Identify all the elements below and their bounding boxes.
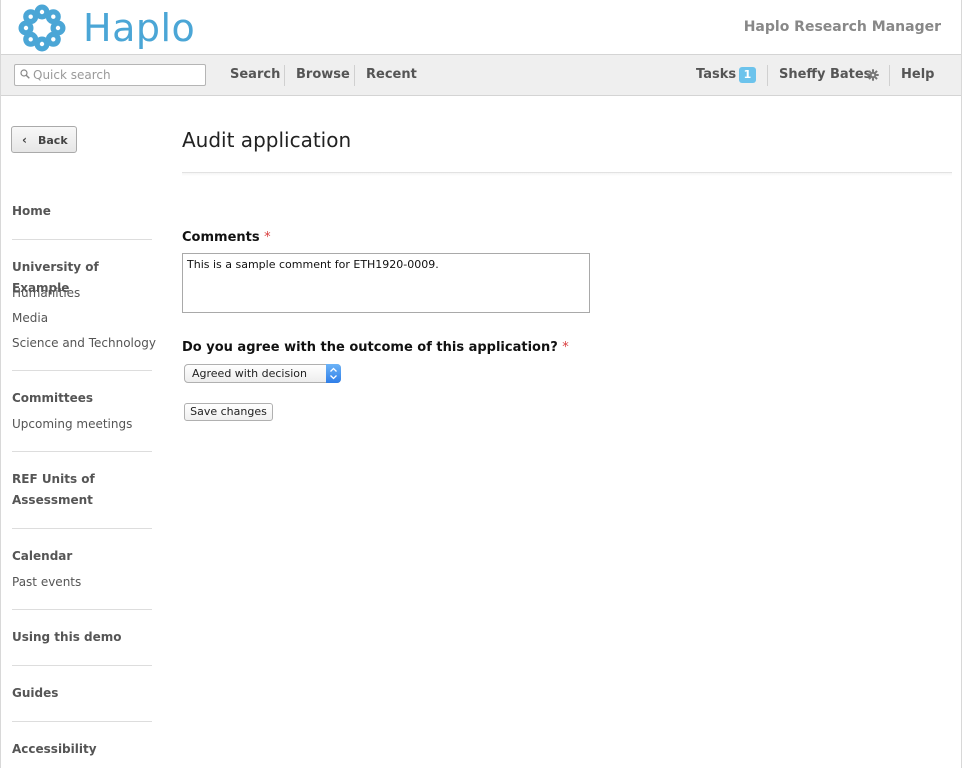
sidebar-divider	[12, 451, 152, 452]
sidebar-divider	[12, 370, 152, 371]
back-button-label: Back	[38, 134, 68, 147]
gear-icon[interactable]	[867, 69, 879, 81]
sidebar-divider	[12, 721, 152, 722]
quick-search-box[interactable]	[14, 64, 206, 86]
nav-browse-link[interactable]: Browse	[296, 67, 350, 82]
sidebar-divider	[12, 528, 152, 529]
sidebar-divider	[12, 609, 152, 610]
agree-outcome-selected-value: Agreed with decision	[192, 367, 307, 380]
logo-text[interactable]: Haplo	[83, 6, 195, 50]
nav-tasks-link[interactable]: Tasks	[696, 67, 736, 82]
comments-label-text: Comments	[182, 230, 260, 245]
sidebar-item-upcoming-meetings[interactable]: Upcoming meetings	[12, 417, 132, 431]
sidebar-item-humanities[interactable]: Humanities	[12, 286, 80, 300]
app-name: Haplo Research Manager	[743, 19, 941, 35]
sidebar-item-media[interactable]: Media	[12, 311, 48, 325]
sidebar-item-using-demo[interactable]: Using this demo	[12, 627, 152, 648]
select-arrows-icon	[326, 364, 341, 383]
nav-divider	[284, 65, 285, 86]
sidebar-divider	[12, 239, 152, 240]
sidebar-item-committees[interactable]: Committees	[12, 388, 152, 409]
sidebar-item-accessibility[interactable]: Accessibility	[12, 739, 152, 760]
nav-help-link[interactable]: Help	[901, 67, 934, 82]
sidebar-item-home[interactable]: Home	[12, 201, 152, 222]
sidebar-item-past-events[interactable]: Past events	[12, 575, 81, 589]
nav-recent-link[interactable]: Recent	[366, 67, 417, 82]
sidebar-divider	[12, 665, 152, 666]
nav-divider	[354, 65, 355, 86]
app-header: Haplo Haplo Research Manager	[1, 0, 961, 55]
top-nav-bar: Search Browse Recent Tasks 1 Sheffy Bate…	[1, 55, 961, 96]
agree-outcome-label-text: Do you agree with the outcome of this ap…	[182, 340, 558, 355]
agree-outcome-label: Do you agree with the outcome of this ap…	[182, 340, 569, 355]
required-marker: *	[264, 230, 271, 245]
sidebar-item-calendar[interactable]: Calendar	[12, 546, 152, 567]
required-marker: *	[562, 340, 569, 355]
tasks-count-badge[interactable]: 1	[739, 67, 756, 83]
nav-divider	[767, 65, 768, 86]
search-icon	[20, 69, 30, 79]
nav-divider	[889, 65, 890, 86]
page-title: Audit application	[182, 128, 352, 152]
nav-user-menu[interactable]: Sheffy Bates	[779, 67, 871, 82]
comments-textarea[interactable]: This is a sample comment for ETH1920-000…	[182, 253, 590, 313]
agree-outcome-select[interactable]: Agreed with decision	[184, 364, 341, 383]
haplo-logo-icon[interactable]	[17, 3, 67, 53]
title-divider	[182, 172, 952, 176]
back-button[interactable]: ‹ Back	[11, 126, 77, 153]
nav-search-link[interactable]: Search	[230, 67, 280, 82]
sidebar-item-science[interactable]: Science and Technology	[12, 336, 156, 350]
sidebar-item-guides[interactable]: Guides	[12, 683, 152, 704]
save-changes-button[interactable]: Save changes	[184, 403, 273, 421]
quick-search-input[interactable]	[33, 65, 203, 85]
chevron-left-icon: ‹	[22, 133, 27, 147]
sidebar-item-ref-units[interactable]: REF Units of Assessment	[12, 469, 112, 511]
comments-label: Comments *	[182, 230, 271, 245]
